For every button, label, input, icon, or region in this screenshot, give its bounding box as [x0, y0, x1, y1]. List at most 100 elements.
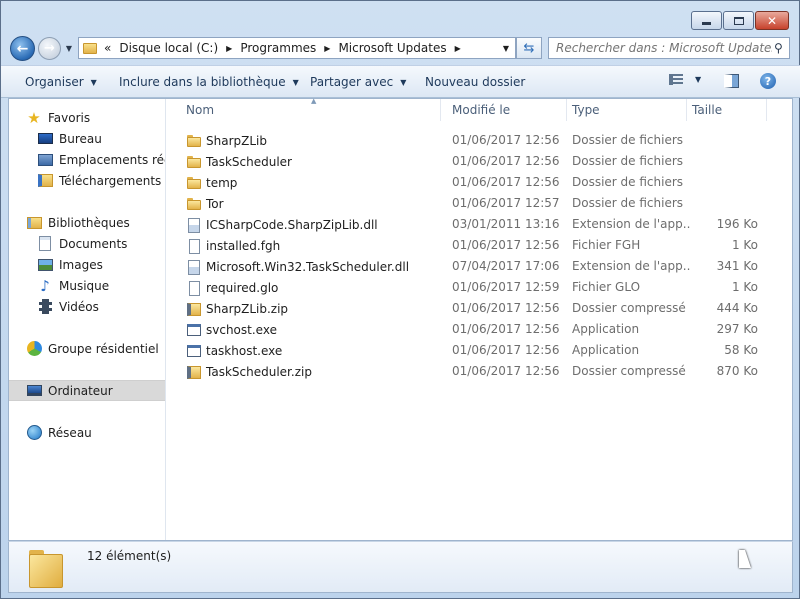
breadcrumb-microsoft-updates[interactable]: Microsoft Updates: [338, 41, 446, 55]
minimize-button[interactable]: [691, 11, 722, 30]
mouse-cursor: [739, 550, 751, 568]
column-name-label: Nom: [186, 103, 215, 117]
nav-computer[interactable]: Ordinateur: [9, 380, 165, 401]
address-bar[interactable]: « Disque local (C:) ▶ Programmes ▶ Micro…: [78, 37, 516, 59]
refresh-icon: ⇆: [523, 40, 535, 56]
close-button[interactable]: ✕: [755, 11, 789, 30]
breadcrumb-separator[interactable]: ▶: [455, 44, 461, 53]
nav-homegroup[interactable]: Groupe résidentiel: [9, 338, 165, 359]
file-name: TaskScheduler.zip: [186, 364, 312, 380]
nav-libraries-label: Bibliothèques: [48, 215, 130, 230]
nav-music[interactable]: ♪ Musique: [9, 275, 165, 296]
file-row[interactable]: required.glo 01/06/2017 12:59 Fichier GLO 1…: [186, 277, 766, 298]
nav-recent-places[interactable]: Emplacements récents: [9, 149, 165, 170]
file-name-label: SharpZLib.zip: [206, 302, 289, 316]
file-name-label: TaskScheduler.zip: [206, 365, 312, 379]
column-header-type[interactable]: Type: [567, 99, 687, 121]
search-box[interactable]: ⚲: [548, 37, 790, 59]
nav-downloads-label: Téléchargements: [59, 173, 162, 188]
file-row[interactable]: taskhost.exe 01/06/2017 12:56 Application 5…: [186, 340, 766, 361]
file-name-label: Microsoft.Win32.TaskScheduler.dll: [206, 260, 410, 274]
file-name: installed.fgh: [186, 238, 280, 254]
explorer-window: ✕ ← → ▼ « Disque local (C:) ▶ Programmes…: [0, 0, 800, 599]
nav-favorites[interactable]: ★ Favoris: [9, 107, 165, 128]
breadcrumb-separator[interactable]: ▶: [226, 44, 232, 53]
file-row[interactable]: ICSharpCode.SharpZipLib.dll 03/01/2011 13…: [186, 214, 766, 235]
file-row[interactable]: TaskScheduler 01/06/2017 12:56 Dossier de …: [186, 151, 766, 172]
nav-downloads[interactable]: Téléchargements: [9, 170, 165, 191]
forward-button[interactable]: →: [38, 37, 61, 60]
back-button[interactable]: ←: [10, 36, 35, 61]
file-row[interactable]: SharpZLib.zip 01/06/2017 12:56 Dossier com…: [186, 298, 766, 319]
file-size: 341 Ko: [716, 259, 758, 273]
title-bar[interactable]: [1, 1, 800, 35]
file-size: 58 Ko: [724, 343, 758, 357]
file-row[interactable]: SharpZLib 01/06/2017 12:56 Dossier de fich…: [186, 130, 766, 151]
maximize-button[interactable]: [723, 11, 754, 30]
file-date: 01/06/2017 12:56: [452, 175, 560, 189]
file-row[interactable]: installed.fgh 01/06/2017 12:56 Fichier FGH…: [186, 235, 766, 256]
preview-pane-button[interactable]: [724, 74, 739, 88]
address-overflow[interactable]: «: [104, 41, 111, 55]
file-date: 03/01/2011 13:16: [452, 217, 560, 231]
minimize-icon: [702, 22, 711, 25]
maximize-icon: [733, 16, 744, 25]
file-icon: [186, 238, 202, 254]
folder-icon: [83, 42, 97, 54]
folder-icon: [186, 196, 202, 212]
breadcrumb-separator[interactable]: ▶: [324, 44, 330, 53]
file-date: 01/06/2017 12:56: [452, 322, 560, 336]
nav-documents[interactable]: Documents: [9, 233, 165, 254]
file-type: Fichier FGH: [572, 238, 641, 252]
nav-videos-label: Vidéos: [59, 299, 99, 314]
dll-icon: [186, 217, 202, 233]
column-date-label: Modifié le: [452, 103, 511, 117]
help-button[interactable]: ?: [760, 73, 776, 89]
file-row[interactable]: TaskScheduler.zip 01/06/2017 12:56 Dossier…: [186, 361, 766, 382]
forward-arrow-icon: →: [44, 41, 55, 56]
homegroup-icon: [26, 341, 42, 357]
file-icon: [186, 280, 202, 296]
nav-videos[interactable]: Vidéos: [9, 296, 165, 317]
file-name-label: temp: [206, 176, 238, 190]
images-icon: [37, 257, 53, 273]
refresh-button[interactable]: ⇆: [516, 37, 542, 59]
column-size-label: Taille: [692, 103, 723, 117]
nav-desktop[interactable]: Bureau: [9, 128, 165, 149]
file-date: 01/06/2017 12:57: [452, 196, 560, 210]
downloads-icon: [37, 173, 53, 189]
file-type: Fichier GLO: [572, 280, 641, 294]
nav-images[interactable]: Images: [9, 254, 165, 275]
file-size: 1 Ko: [731, 280, 758, 294]
nav-libraries[interactable]: Bibliothèques: [9, 212, 165, 233]
file-row[interactable]: Tor 01/06/2017 12:57 Dossier de fichiers: [186, 193, 766, 214]
documents-icon: [37, 236, 53, 252]
content-pane: ★ Favoris Bureau Emplacements récents Té…: [8, 97, 793, 541]
share-with-menu[interactable]: Partager avec ▼: [310, 75, 406, 89]
column-header-name[interactable]: Nom: [166, 99, 441, 121]
file-row[interactable]: temp 01/06/2017 12:56 Dossier de fichiers: [186, 172, 766, 193]
column-header-date[interactable]: Modifié le: [447, 99, 567, 121]
nav-network[interactable]: Réseau: [9, 422, 165, 443]
recent-pages-button[interactable]: ▼: [63, 42, 75, 54]
file-date: 01/06/2017 12:56: [452, 301, 560, 315]
nav-images-label: Images: [59, 257, 103, 272]
organize-menu[interactable]: Organiser ▼: [25, 75, 97, 89]
folder-icon: [186, 175, 202, 191]
breadcrumb-programmes[interactable]: Programmes: [240, 41, 316, 55]
file-row[interactable]: Microsoft.Win32.TaskScheduler.dll 07/04/2…: [186, 256, 766, 277]
chevron-down-icon: ▼: [65, 43, 73, 53]
file-type: Dossier de fichiers: [572, 133, 684, 147]
new-folder-button[interactable]: Nouveau dossier: [425, 75, 525, 89]
chevron-down-icon: ▼: [90, 77, 97, 87]
search-input[interactable]: [556, 41, 772, 55]
address-dropdown-icon[interactable]: ▼: [503, 44, 509, 53]
breadcrumb-disk[interactable]: Disque local (C:): [119, 41, 218, 55]
file-row[interactable]: svchost.exe 01/06/2017 12:56 Application 29…: [186, 319, 766, 340]
zip-icon: [186, 301, 202, 317]
file-type: Dossier compressé: [572, 364, 686, 378]
view-options-button[interactable]: ▼: [669, 74, 701, 85]
include-in-library-menu[interactable]: Inclure dans la bibliothèque ▼: [119, 75, 299, 89]
column-header-size[interactable]: Taille: [687, 99, 767, 121]
close-icon: ✕: [766, 13, 778, 28]
